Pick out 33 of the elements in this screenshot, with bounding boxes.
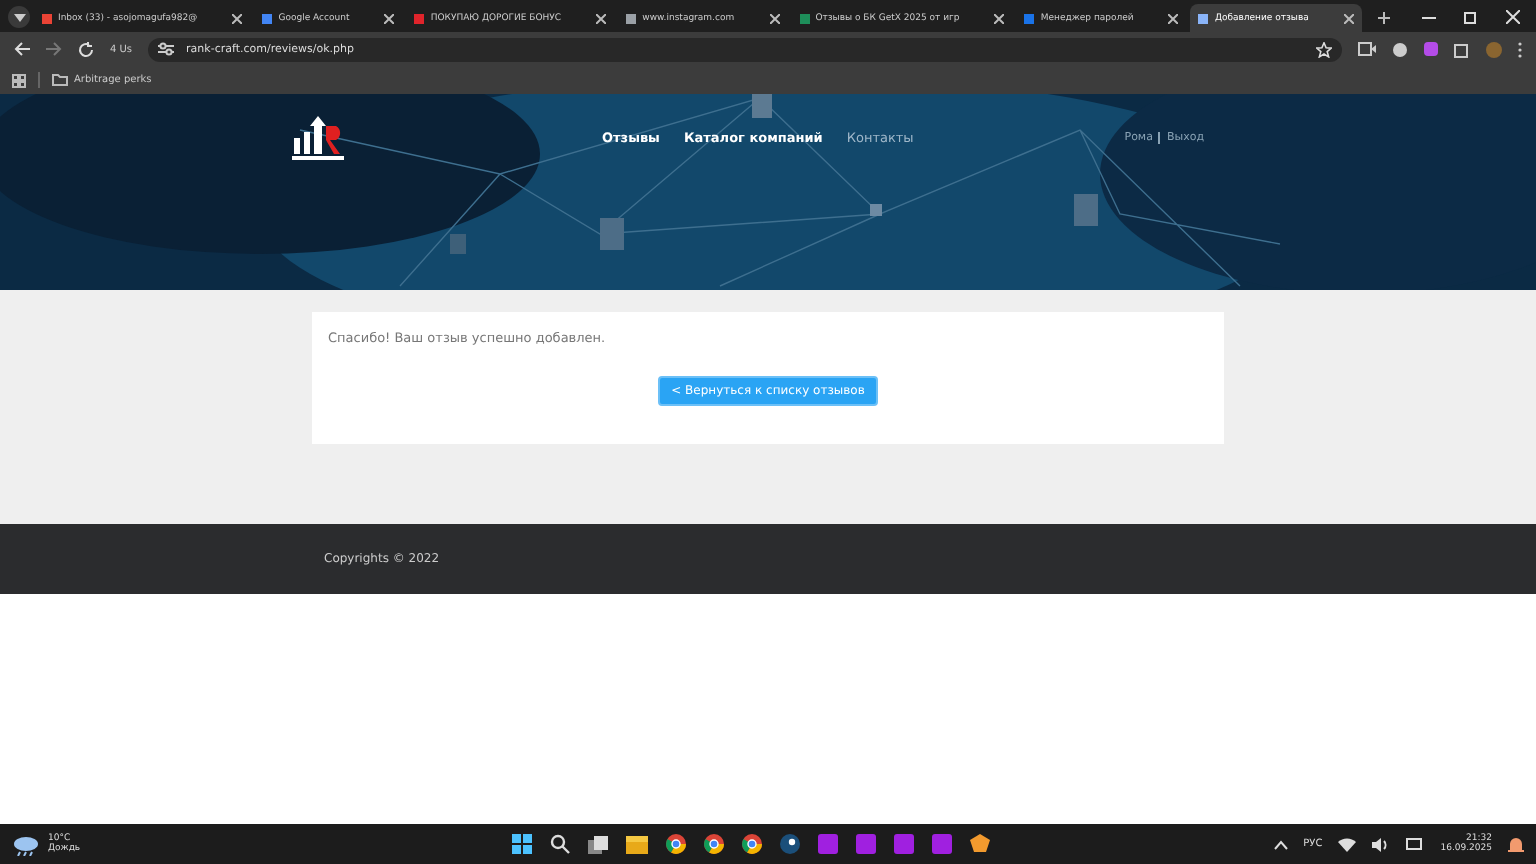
close-icon[interactable]: [1506, 10, 1520, 24]
close-icon[interactable]: [232, 13, 243, 23]
close-icon[interactable]: [1168, 13, 1179, 23]
folder-icon[interactable]: [626, 835, 648, 853]
chevron-up-icon[interactable]: [1273, 839, 1288, 849]
close-icon[interactable]: [596, 13, 607, 23]
logo-icon[interactable]: [290, 114, 346, 162]
rain-cloud-icon[interactable]: [12, 832, 40, 856]
battery-icon[interactable]: [1406, 838, 1425, 850]
speaker-icon[interactable]: [1372, 837, 1391, 851]
folder-icon: [52, 74, 68, 86]
bell-icon[interactable]: [1508, 835, 1524, 853]
back-icon[interactable]: [14, 42, 30, 56]
star-icon[interactable]: [1316, 41, 1332, 57]
new-tab-icon[interactable]: [1377, 12, 1390, 24]
wifi-icon[interactable]: [1338, 837, 1357, 851]
close-icon[interactable]: [994, 13, 1005, 23]
forward-icon[interactable]: [46, 42, 62, 56]
camera-icon[interactable]: [1358, 42, 1376, 56]
tab-search-icon[interactable]: [8, 6, 30, 28]
close-icon[interactable]: [384, 13, 395, 23]
apps-grid-icon[interactable]: [12, 73, 26, 87]
close-icon[interactable]: [769, 13, 780, 23]
reload-icon[interactable]: [78, 41, 94, 57]
chrome-icon[interactable]: [666, 834, 686, 854]
chrome-icon[interactable]: [704, 834, 724, 854]
site-info-icon[interactable]: [158, 42, 175, 56]
windows-start-icon[interactable]: [512, 834, 532, 854]
restore-icon[interactable]: [1464, 10, 1478, 24]
close-icon[interactable]: [1343, 13, 1354, 23]
chrome-icon[interactable]: [742, 834, 762, 854]
search-icon[interactable]: [550, 834, 570, 854]
task-view-icon[interactable]: [588, 835, 608, 853]
